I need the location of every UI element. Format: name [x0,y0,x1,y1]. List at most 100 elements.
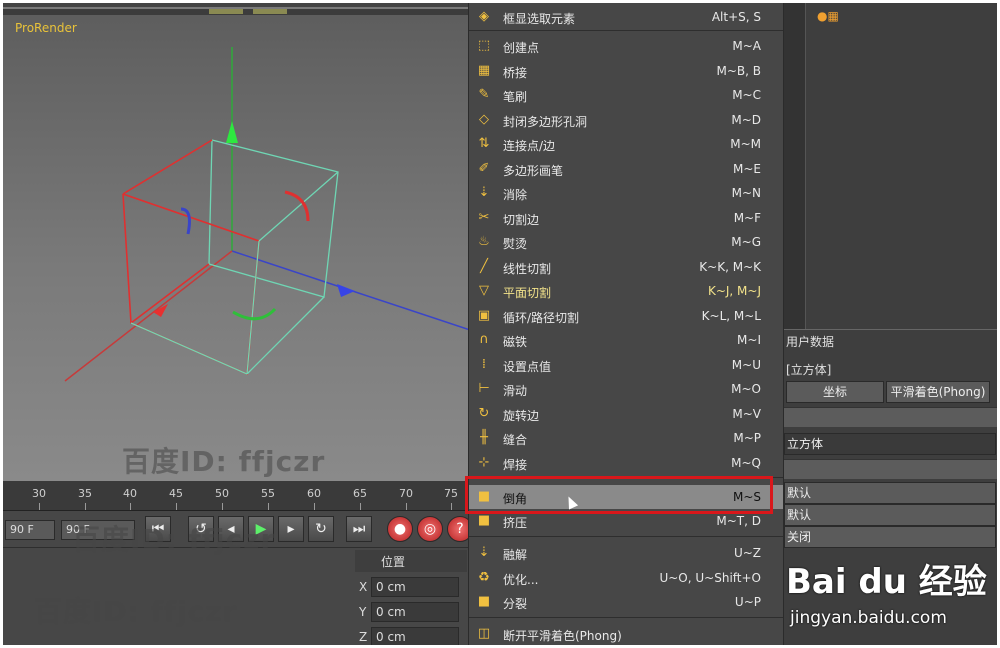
tick [268,503,269,510]
magnet-icon: ∩ [479,332,489,347]
render-visibility-field[interactable]: 默认 [784,504,996,526]
slide-icon: ⊢ [478,381,490,396]
menu-item-cut-edge[interactable]: ✂ 切割边 M~F [469,206,783,230]
coord-header: 位置 [355,550,467,572]
watermark-text: 百度ID: ffjczr [34,595,238,628]
mesh-context-menu: ◈ 框显选取元素 Alt+S, S ⬚ 创建点 M~A ▦ 桥接 M~B, B ✎ 笔刷 M~C… [468,3,784,645]
knife-plane-icon: ▽ [479,283,489,298]
tick-label: 30 [32,487,46,500]
tick-label: 55 [261,487,275,500]
menu-item-set-point-value[interactable]: ⁞ 设置点值 M~U [469,353,783,377]
axis-label: Z [359,630,368,644]
baidu-jingyan-logo: Bai du 经验 jingyan.baidu.com [780,536,1000,648]
menu-item-frame-selected[interactable]: ◈ 框显选取元素 Alt+S, S [469,5,783,29]
menu-item-weld[interactable]: ⊹ 焊接 M~Q [469,451,783,475]
tick [314,503,315,510]
go-to-end-button[interactable]: ⏭ [346,516,372,542]
melt-icon: ⇣ [478,545,490,560]
tab-coordinates[interactable]: 坐标 [786,381,884,403]
tick [406,503,407,510]
menu-item-spin-edge[interactable]: ↻ 旋转边 M~V [469,402,783,426]
editor-visibility-field[interactable]: 默认 [784,482,996,504]
user-data-label[interactable]: 用户数据 [786,333,834,350]
position-x-field[interactable]: 0 cm [371,577,459,597]
extrude-icon: ■ [477,513,491,528]
stitch-icon: ╫ [480,430,488,445]
menu-item-bridge[interactable]: ▦ 桥接 M~B, B [469,59,783,83]
set-point-icon: ⁞ [481,357,487,372]
loop-cut-icon: ▣ [477,308,491,323]
autokey-icon[interactable]: ◎ [417,516,443,542]
tick [39,503,40,510]
baidu-url: jingyan.baidu.com [790,608,947,628]
separator-bar [784,459,997,479]
next-key-button[interactable]: ↻ [308,516,334,542]
tick-label: 45 [169,487,183,500]
menu-item-polygon-pen[interactable]: ✐ 多边形画笔 M~E [469,157,783,181]
menu-item-optimize[interactable]: ♻ 优化... U~O, U~Shift+O [469,566,783,590]
axis-label: X [359,580,368,594]
menu-item-iron[interactable]: ♨ 熨烫 M~G [469,230,783,254]
position-y-field[interactable]: 0 cm [371,602,459,622]
tick [222,503,223,510]
tick-label: 35 [78,487,92,500]
knife-line-icon: ╱ [480,259,488,274]
menu-item-dissolve[interactable]: ⇣ 消除 M~N [469,181,783,205]
tick-label: 60 [307,487,321,500]
weld-icon: ⊹ [478,455,490,470]
object-name-label: [立方体] [786,363,832,377]
tick-label: 65 [353,487,367,500]
coord-row-y: Y 0 cm [355,601,467,623]
highlight-annotation-box [465,476,773,514]
optimize-icon: ♻ [478,570,490,585]
tick-label: 50 [215,487,229,500]
tab-phong[interactable]: 平滑着色(Phong) [886,381,990,403]
menu-item-line-cut[interactable]: ╱ 线性切割 K~K, M~K [469,255,783,279]
menu-item-split[interactable]: ■ 分裂 U~P [469,590,783,614]
bridge-icon: ▦ [477,63,491,78]
coord-row-z: Z 0 cm [355,626,467,645]
break-phong-icon: ◫ [477,626,491,641]
tick [85,503,86,510]
menu-item-break-phong[interactable]: ◫ 断开平滑着色(Phong) [469,622,783,645]
frame-start-field[interactable]: 90 F [5,520,55,540]
tick-label: 70 [399,487,413,500]
close-hole-icon: ◇ [479,112,489,127]
separator-bar [784,407,997,427]
menu-item-create-point[interactable]: ⬚ 创建点 M~A [469,34,783,58]
menu-item-plane-cut[interactable]: ▽ 平面切割 K~J, M~J [469,279,783,303]
axis-label: Y [359,605,367,619]
tick [451,503,452,510]
position-z-field[interactable]: 0 cm [371,627,459,645]
cube-wireframe [64,47,468,382]
menu-item-loop-cut[interactable]: ▣ 循环/路径切割 K~L, M~L [469,304,783,328]
menu-item-close-hole[interactable]: ◇ 封闭多边形孔洞 M~D [469,108,783,132]
next-frame-button[interactable]: ▸ [278,516,304,542]
brush-icon: ✎ [478,87,490,102]
menu-item-slide[interactable]: ⊢ 滑动 M~O [469,377,783,401]
coord-row-x: X 0 cm [355,576,467,598]
tick [360,503,361,510]
menu-item-brush[interactable]: ✎ 笔刷 M~C [469,83,783,107]
menu-item-stitch[interactable]: ╫ 缝合 M~P [469,426,783,450]
tick-label: 75 [444,487,458,500]
record-key-icon[interactable]: ● [387,516,413,542]
watermark-text: 百度ID: ffjczr [122,445,326,478]
dissolve-icon: ⇣ [478,185,490,200]
tick [176,503,177,510]
cut-edge-icon: ✂ [478,210,490,225]
object-name-field[interactable]: 立方体 [784,433,996,455]
tick-label: 40 [123,487,137,500]
iron-icon: ♨ [478,234,490,249]
frame-select-icon: ◈ [479,9,489,24]
menu-item-melt[interactable]: ⇣ 融解 U~Z [469,541,783,565]
object-manager-strip [784,3,806,329]
baidu-brand: Bai du 经验 [786,562,987,602]
split-icon: ■ [477,594,491,609]
menu-item-connect[interactable]: ⇅ 连接点/边 M~M [469,132,783,156]
menu-item-magnet[interactable]: ∩ 磁铁 M~I [469,328,783,352]
timeline-ruler[interactable]: 30 35 40 45 50 55 60 65 70 75 [3,481,468,511]
3d-viewport[interactable]: ProRender [3,7,468,481]
watermark-text: 百度ID: ffjczr [72,523,276,556]
polygon-pen-icon: ✐ [478,161,490,176]
